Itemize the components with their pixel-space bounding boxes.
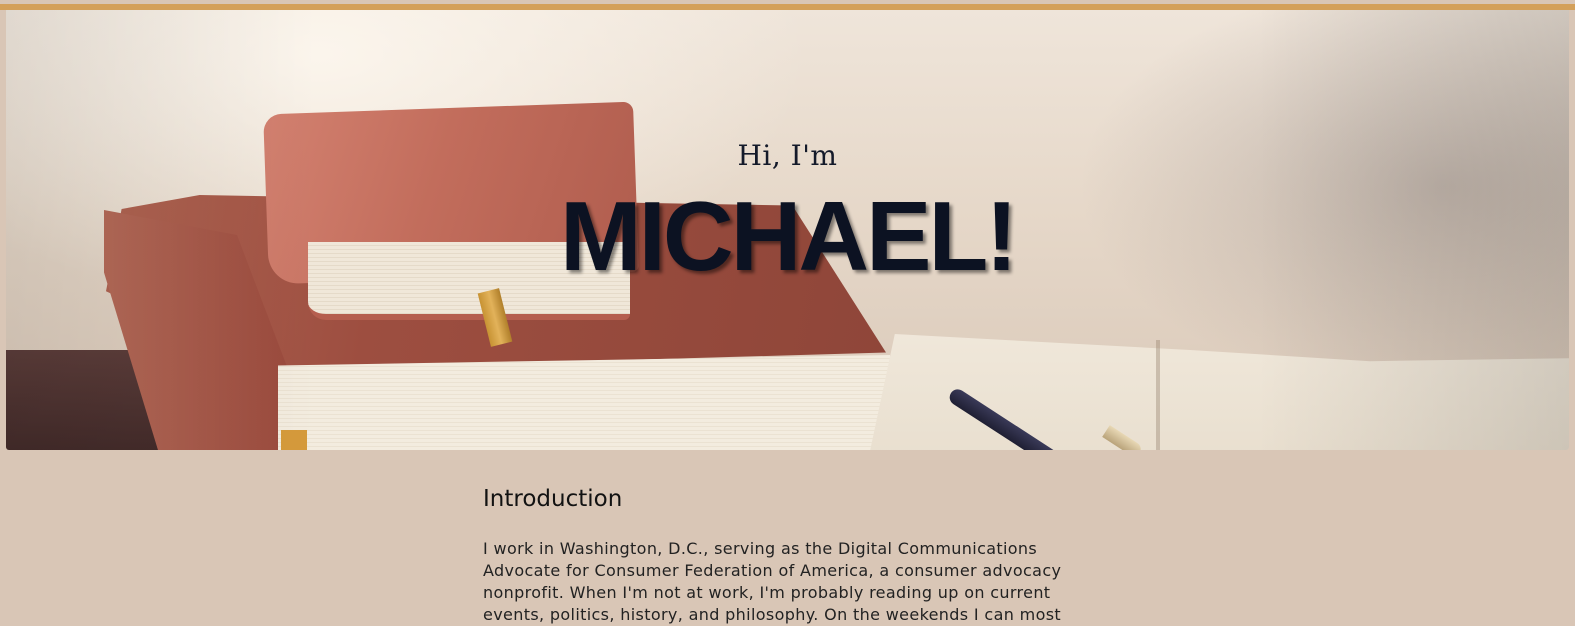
hero-banner: Hi, I'm MICHAEL! [6,10,1569,450]
hero-name: MICHAEL! [559,181,1018,291]
section-title: Introduction [483,486,623,512]
introduction-text: I work in Washington, D.C., serving as t… [483,539,1062,624]
introduction-section: Introduction I work in Washington, D.C.,… [483,480,1063,626]
hero-greeting: Hi, I'm [737,139,838,172]
